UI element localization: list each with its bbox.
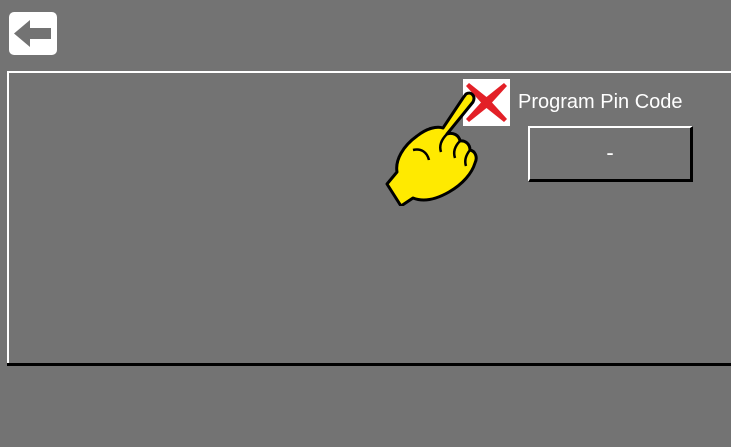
arrow-left-icon <box>14 20 51 47</box>
settings-panel <box>7 71 731 364</box>
top-bar <box>0 0 731 68</box>
screen: Program Pin Code - <box>0 0 731 447</box>
pin-code-label: Program Pin Code <box>518 91 683 113</box>
pin-code-field[interactable]: - <box>528 126 693 182</box>
footer <box>0 366 731 447</box>
back-button[interactable] <box>9 12 57 55</box>
pointing-hand-icon <box>385 91 478 206</box>
